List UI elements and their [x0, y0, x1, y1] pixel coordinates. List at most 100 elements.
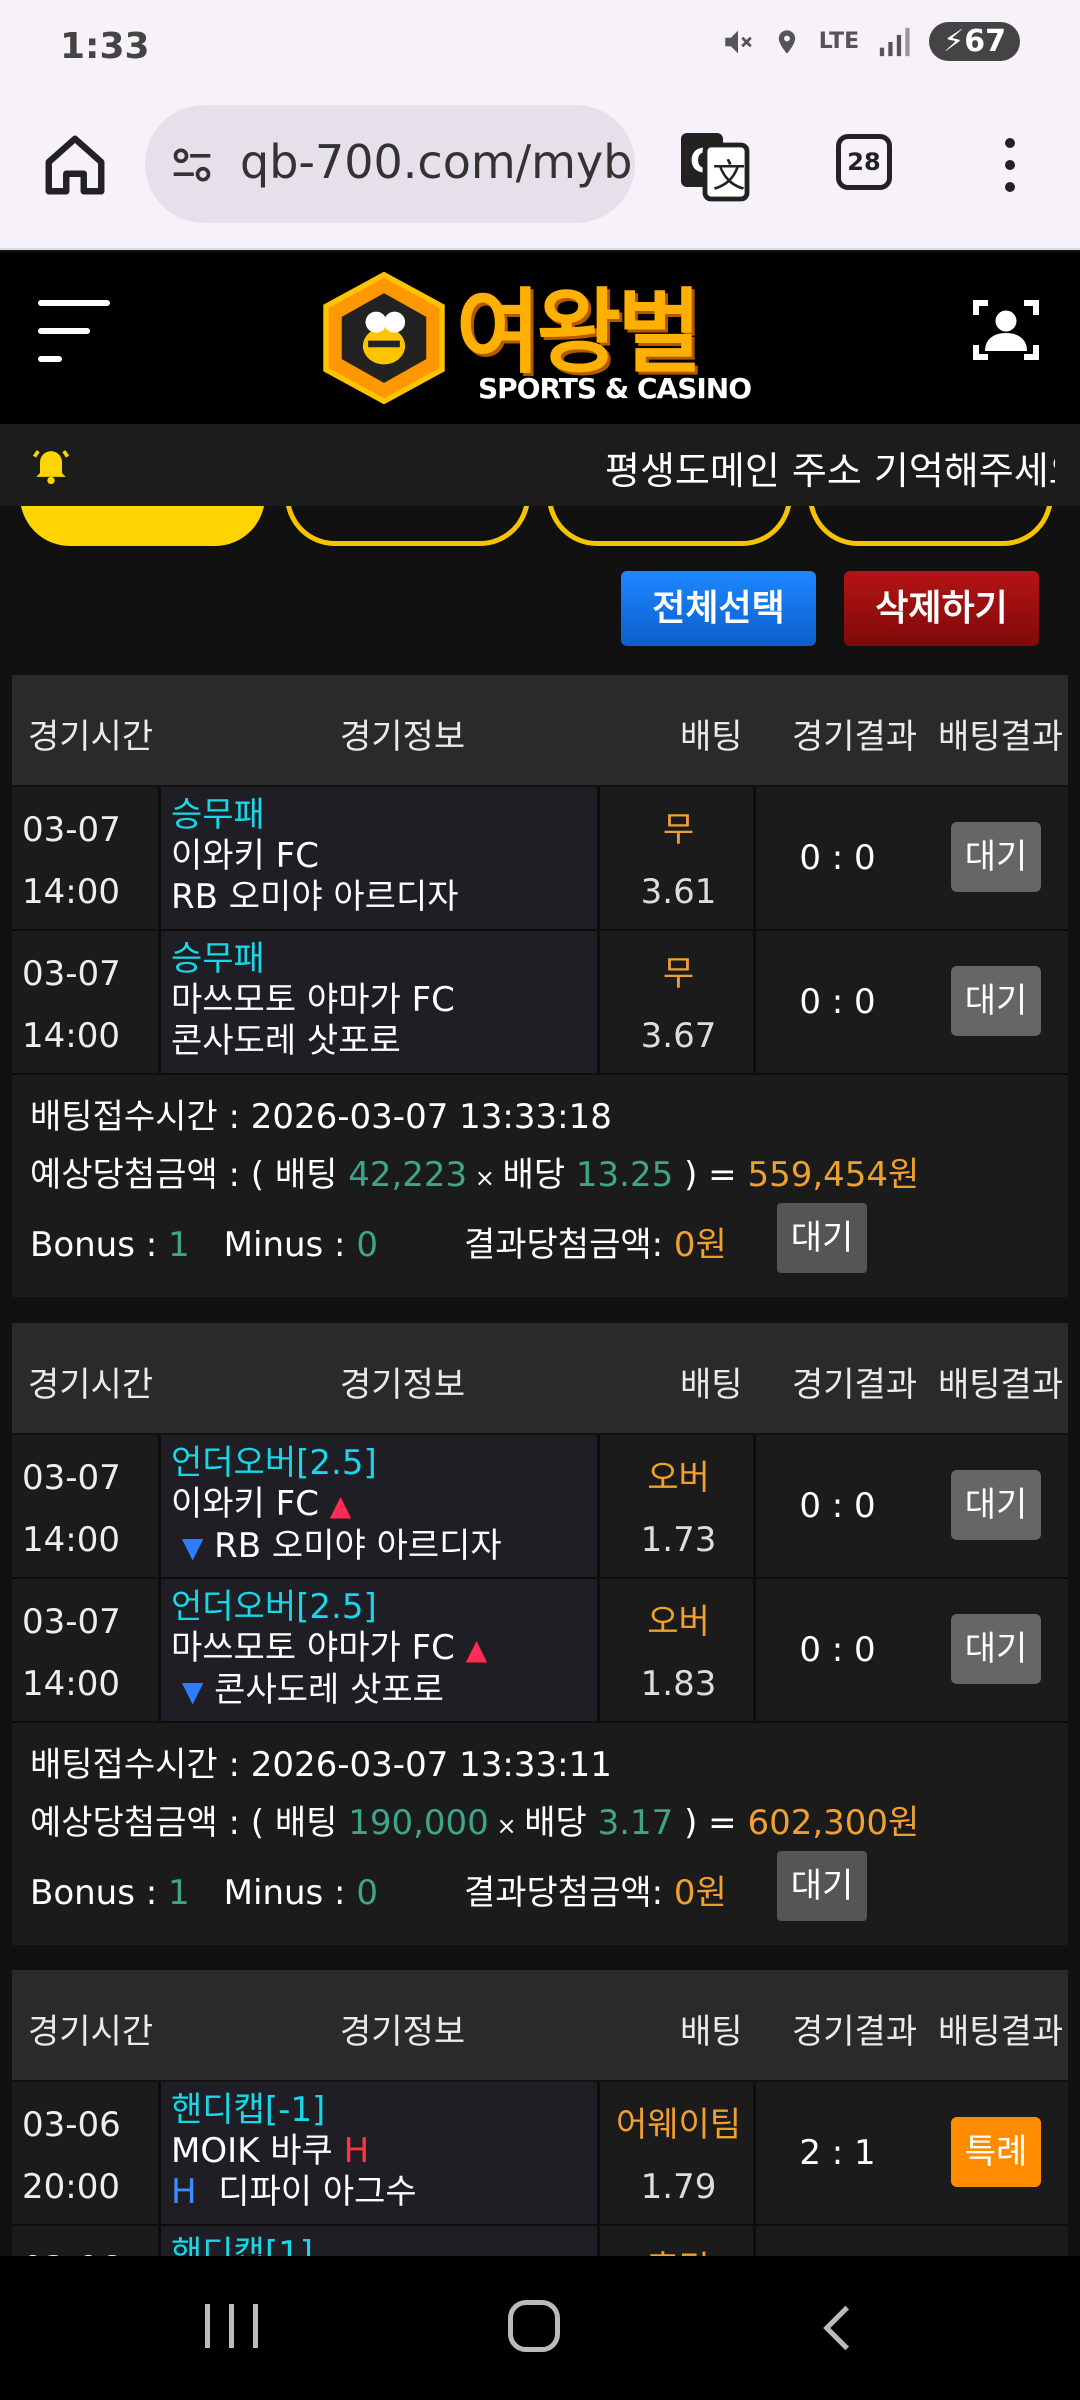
tab-2[interactable] — [285, 506, 530, 546]
table-header: 경기시간 경기정보 배팅 경기결과 배팅결과 — [12, 1970, 1068, 2082]
match-info: 승무패 마쓰모토 야마가 FC 콘사도레 삿포로 — [158, 931, 600, 1073]
select-all-button[interactable]: 전체선택 — [621, 571, 816, 646]
pick-odds: 3.61 — [640, 872, 717, 912]
received-label: 배팅접수시간 : — [30, 1097, 251, 1137]
match-clock: 20:00 — [22, 2167, 120, 2207]
header-info: 경기정보 — [340, 2012, 466, 2052]
header-time: 경기시간 — [28, 717, 154, 757]
header-bet-result: 배팅결과 — [938, 717, 1064, 757]
bonus-line: Bonus : 1 Minus : 0 결과당첨금액: 0원 — [30, 1865, 727, 1914]
received-time: 배팅접수시간 : 2026-03-07 13:33:18 — [30, 1089, 612, 1138]
header-info: 경기정보 — [340, 1365, 466, 1405]
bet-slip: 경기시간 경기정보 배팅 경기결과 배팅결과 03-07 14:00 승무패 이와… — [12, 675, 1068, 1297]
more-options-icon[interactable] — [990, 134, 1030, 194]
bonus-label: Bonus : — [30, 1873, 169, 1913]
site-settings-icon[interactable] — [167, 143, 217, 187]
status-badge[interactable]: 대기 — [951, 966, 1041, 1036]
match-date: 03-06 — [22, 2238, 156, 2256]
equals-sign: ) = — [673, 1155, 748, 1195]
home-team: 마쓰모토 야마가 FC — [171, 980, 455, 1020]
bet-pick: 어웨이팀 1.79 — [604, 2082, 756, 2224]
bet-pick: 홈팀 — [604, 2226, 756, 2256]
profile-icon[interactable] — [970, 294, 1042, 366]
hamburger-menu-icon[interactable] — [38, 300, 110, 364]
minus-label: Minus : — [223, 1225, 357, 1265]
battery-level: 67 — [964, 24, 1006, 59]
tab-4[interactable] — [808, 506, 1053, 546]
slip-summary: 배팅접수시간 : 2026-03-07 13:33:11 예상당첨금액 : ( … — [12, 1723, 1068, 1945]
status-cell: 특례 — [915, 2082, 1068, 2224]
market-label: 승무패 — [171, 795, 265, 835]
notice-text: 평생도메인 주소 기억해주세요 — [605, 449, 1055, 493]
bonus-line: Bonus : 1 Minus : 0 결과당첨금액: 0원 — [30, 1217, 727, 1266]
status-badge[interactable]: 대기 — [951, 1470, 1041, 1540]
header-time: 경기시간 — [28, 2012, 154, 2052]
pick-label: 오버 — [647, 1602, 710, 1642]
back-icon[interactable] — [820, 2302, 854, 2354]
match-date: 03-07 — [22, 1602, 121, 1642]
header-bet-result: 배팅결과 — [938, 1365, 1064, 1405]
site-logo[interactable]: 여왕벌 SPORTS & CASINO — [318, 262, 768, 412]
match-clock: 14:00 — [22, 872, 120, 912]
header-result: 경기결과 — [792, 717, 918, 757]
pick-odds: 1.79 — [640, 2167, 717, 2207]
home-marker: H — [343, 2131, 370, 2171]
status-bar: 1:33 LTE ⚡67 — [0, 0, 1080, 100]
bee-logo-icon — [323, 272, 445, 404]
home-team: 이와키 FC — [171, 836, 319, 876]
home-nav-icon[interactable] — [508, 2300, 560, 2352]
status-badge[interactable]: 특례 — [951, 2117, 1041, 2187]
slip-status-button[interactable]: 대기 — [777, 1851, 867, 1921]
expected-label: 예상당첨금액 : ( 배팅 — [30, 1803, 349, 1843]
header-result: 경기결과 — [792, 2012, 918, 2052]
notice-bar: 평생도메인 주소 기억해주세요 — [0, 424, 1080, 506]
browser-toolbar: qb-700.com/myb G文 28 — [0, 100, 1080, 250]
total-odds: 13.25 — [575, 1155, 674, 1195]
status-badge[interactable]: 대기 — [951, 822, 1041, 892]
result-amount-label: 결과당첨금액: — [463, 1225, 674, 1265]
match-score: 0 : 0 — [799, 838, 876, 878]
minus-value: 0 — [356, 1873, 378, 1913]
tab-switcher-button[interactable]: 28 — [836, 134, 892, 190]
status-badge[interactable]: 대기 — [951, 1614, 1041, 1684]
address-bar[interactable]: qb-700.com/myb — [145, 105, 635, 223]
status-cell: 대기 — [915, 931, 1068, 1073]
tab-1[interactable] — [20, 506, 265, 546]
match-time: 03-07 14:00 — [12, 1579, 156, 1721]
match-time: 03-07 14:00 — [12, 787, 156, 929]
url-text: qb-700.com/myb — [240, 135, 633, 189]
match-info: 핸디캡[1] — [158, 2226, 600, 2256]
home-team-line: 마쓰모토 야마가 FC ▲ — [171, 1628, 597, 1670]
notice-bell-icon — [32, 450, 70, 485]
header-time: 경기시간 — [28, 1365, 154, 1405]
status-cell: 대기 — [915, 787, 1068, 929]
match-time: 03-07 14:00 — [12, 1435, 156, 1577]
away-marker: H — [171, 2172, 197, 2212]
odds-label: 배당 — [502, 1155, 576, 1195]
market-label: 핸디캡[1] — [171, 2234, 314, 2256]
slip-status-button[interactable]: 대기 — [777, 1203, 867, 1273]
minus-value: 0 — [356, 1225, 378, 1265]
result-amount-value: 0원 — [673, 1873, 727, 1913]
away-team-line: ▼ RB 오미야 아르디자 — [171, 1526, 597, 1568]
match-info: 언더오버[2.5] 마쓰모토 야마가 FC ▲ ▼ 콘사도레 삿포로 — [158, 1579, 600, 1721]
table-header: 경기시간 경기정보 배팅 경기결과 배팅결과 — [12, 1323, 1068, 1435]
home-icon[interactable] — [40, 130, 110, 200]
recent-apps-icon[interactable] — [205, 2304, 261, 2348]
bet-pick: 오버 1.73 — [604, 1435, 756, 1577]
translate-icon[interactable]: G文 — [678, 130, 750, 202]
away-team: 콘사도레 삿포로 — [171, 1021, 401, 1061]
header-bet: 배팅 — [680, 2012, 743, 2052]
header-bet: 배팅 — [680, 1365, 743, 1405]
stake-value: 42,223 — [348, 1155, 468, 1195]
location-icon — [778, 29, 795, 54]
delete-button[interactable]: 삭제하기 — [844, 571, 1039, 646]
expected-payout: 예상당첨금액 : ( 배팅 190,000 × 배당 3.17 ) = 602,… — [30, 1795, 919, 1844]
table-row: 03-06 20:00 핸디캡[-1] MOIK 바쿠 H H 디파이 아그수 어… — [12, 2082, 1068, 2226]
bonus-label: Bonus : — [30, 1225, 169, 1265]
tab-3[interactable] — [547, 506, 792, 546]
result-amount-value: 0원 — [673, 1225, 727, 1265]
result-amount-label: 결과당첨금액: — [463, 1873, 674, 1913]
received-value: 2026-03-07 13:33:18 — [250, 1097, 612, 1137]
pick-odds: 3.67 — [640, 1016, 717, 1056]
